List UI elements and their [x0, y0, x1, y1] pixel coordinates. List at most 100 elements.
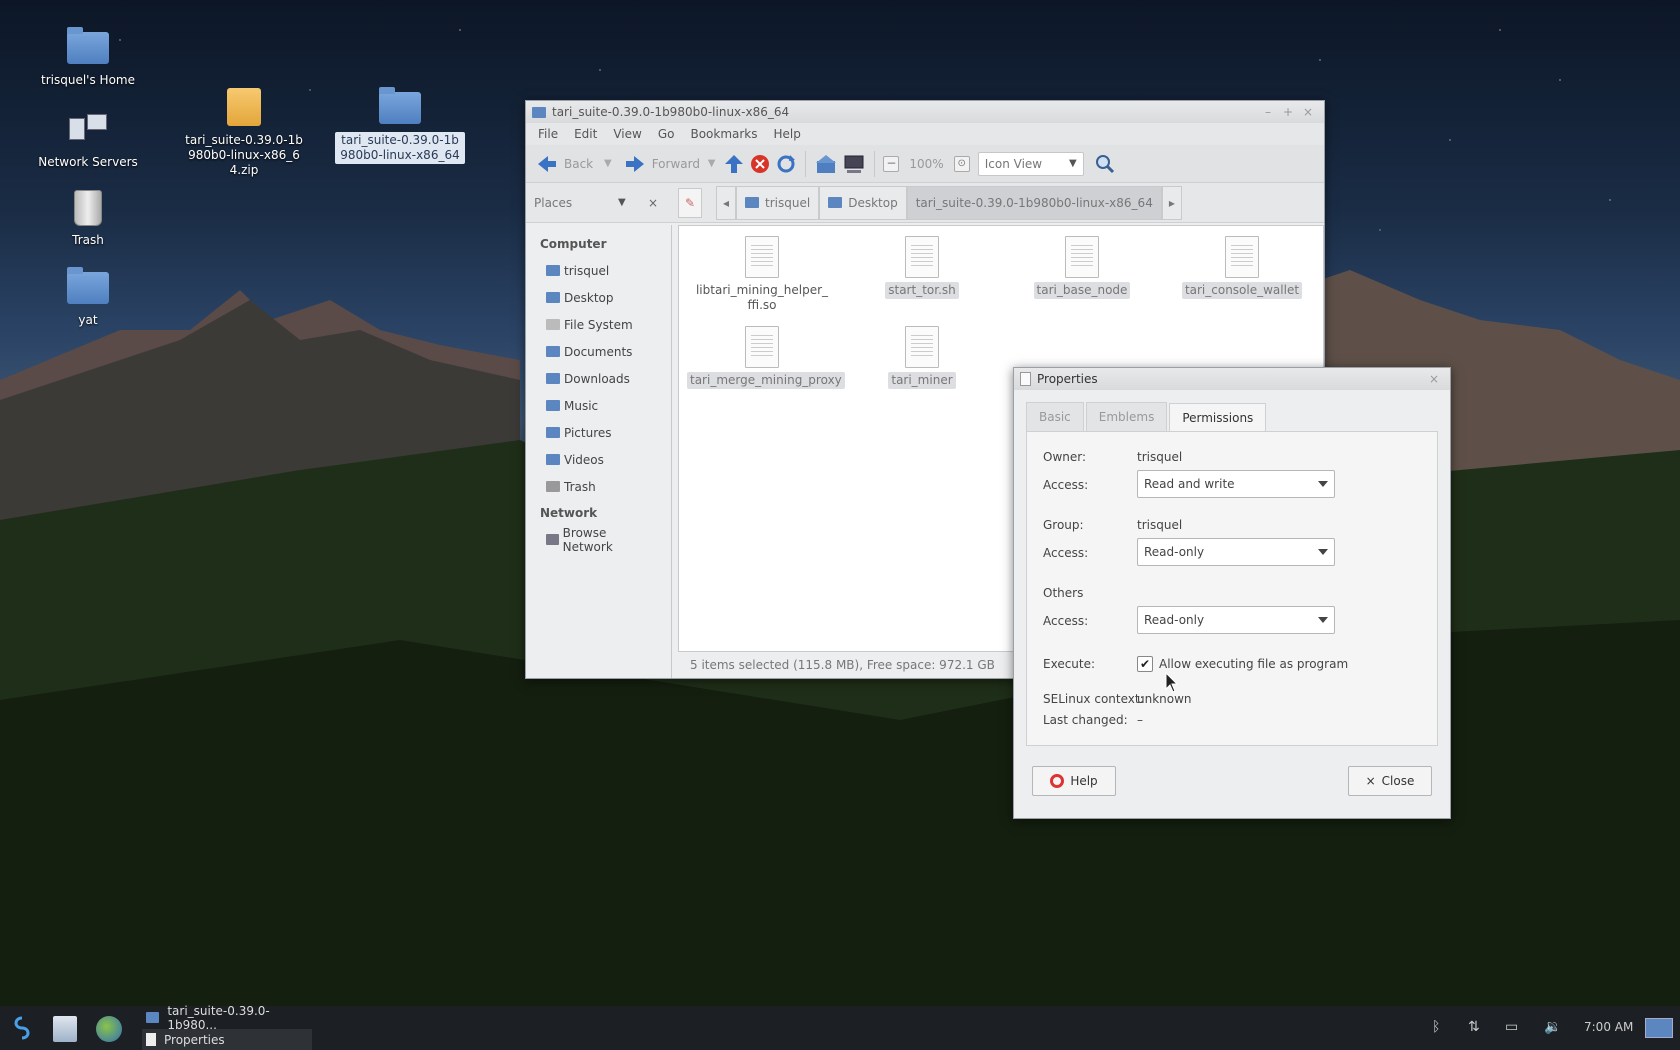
sidebar-item-desktop[interactable]: Desktop — [526, 284, 671, 311]
zoom-level: 100% — [909, 156, 944, 171]
last-changed-value: – — [1137, 713, 1143, 727]
breadcrumb-back-icon[interactable]: ◂ — [716, 185, 737, 220]
desktop-icon-zip[interactable]: tari_suite-0.39.0-1b980b0-linux-x86_64.z… — [179, 86, 309, 179]
menu-view[interactable]: View — [605, 127, 649, 141]
desktop-icon-tari-folder[interactable]: tari_suite-0.39.0-1b980b0-linux-x86_64 — [334, 86, 466, 164]
file-item[interactable]: tari_console_wallet — [1167, 236, 1317, 299]
owner-value: trisquel — [1137, 450, 1183, 464]
menu-edit[interactable]: Edit — [566, 127, 605, 141]
places-dropdown-icon[interactable]: ▼ — [618, 197, 648, 208]
edit-location-icon[interactable]: ✎ — [678, 187, 702, 218]
task-file-manager[interactable]: tari_suite-0.39.0-1b980... — [142, 1004, 312, 1032]
sidebar-item-trisquel[interactable]: trisquel — [526, 257, 671, 284]
bluetooth-icon[interactable]: ᛒ — [1432, 1019, 1440, 1035]
menu-go[interactable]: Go — [650, 127, 683, 141]
web-browser-launcher-icon[interactable] — [96, 1016, 122, 1042]
close-dialog-button[interactable]: × — [1424, 372, 1444, 386]
breadcrumb-current[interactable]: tari_suite-0.39.0-1b980b0-linux-x86_64 — [906, 185, 1162, 220]
folder-icon — [532, 106, 546, 118]
desktop-icon-yat[interactable]: yat — [23, 266, 153, 329]
desktop-icon-trash[interactable]: Trash — [23, 186, 153, 249]
minimize-button[interactable]: – — [1258, 105, 1278, 119]
folder-icon — [67, 267, 109, 304]
file-item[interactable]: tari_miner — [847, 326, 997, 389]
menu-file[interactable]: File — [530, 127, 566, 141]
properties-titlebar[interactable]: Properties × — [1014, 368, 1450, 390]
tab-permissions[interactable]: Permissions — [1169, 403, 1267, 432]
forward-button[interactable]: Forward ▼ — [620, 154, 720, 174]
file-manager-titlebar[interactable]: tari_suite-0.39.0-1b980b0-linux-x86_64 –… — [526, 101, 1324, 123]
places-sidebar: Computer trisquel Desktop File System Do… — [526, 225, 672, 678]
trash-icon — [74, 190, 102, 226]
file-icon — [745, 236, 779, 278]
breadcrumb-trisquel[interactable]: trisquel — [736, 185, 820, 220]
task-properties[interactable]: Properties — [142, 1029, 312, 1050]
menubar: File Edit View Go Bookmarks Help — [526, 123, 1324, 145]
execute-checkbox-label[interactable]: Allow executing file as program — [1159, 657, 1348, 671]
clock[interactable]: 7:00 AM — [1584, 1020, 1633, 1034]
breadcrumb-forward-icon[interactable]: ▸ — [1161, 185, 1182, 220]
group-access-select[interactable]: Read-only — [1137, 538, 1335, 566]
sidebar-heading-computer: Computer — [540, 237, 607, 251]
start-menu-icon[interactable] — [8, 1014, 36, 1042]
help-button[interactable]: Help — [1032, 766, 1116, 796]
menu-bookmarks[interactable]: Bookmarks — [682, 127, 765, 141]
sidebar-item-trash[interactable]: Trash — [526, 473, 671, 500]
show-desktop-icon[interactable] — [1645, 1018, 1673, 1038]
others-access-select[interactable]: Read-only — [1137, 606, 1335, 634]
downloads-folder-icon — [546, 373, 560, 384]
up-arrow-icon[interactable] — [723, 153, 745, 175]
execute-checkbox[interactable]: ✔ — [1137, 656, 1153, 672]
chevron-down-icon — [1318, 617, 1328, 623]
file-item[interactable]: tari_base_node — [1007, 236, 1157, 299]
desktop-icon-home[interactable]: trisquel's Home — [23, 26, 153, 89]
volume-icon[interactable]: 🔉 — [1544, 1019, 1561, 1035]
owner-access-select[interactable]: Read and write — [1137, 470, 1335, 498]
battery-icon[interactable]: ▭ — [1505, 1019, 1518, 1035]
stop-icon[interactable] — [749, 153, 771, 175]
sidebar-item-pictures[interactable]: Pictures — [526, 419, 671, 446]
file-item[interactable]: start_tor.sh — [847, 236, 997, 299]
breadcrumb-desktop[interactable]: Desktop — [819, 185, 907, 220]
menu-help[interactable]: Help — [766, 127, 809, 141]
pictures-folder-icon — [546, 427, 560, 438]
file-icon — [1065, 236, 1099, 278]
sidebar-item-downloads[interactable]: Downloads — [526, 365, 671, 392]
desktop-icon-network-servers[interactable]: Network Servers — [23, 108, 153, 171]
file-icon — [745, 326, 779, 368]
reload-icon[interactable] — [775, 153, 797, 175]
zoom-out-icon[interactable]: − — [883, 155, 900, 172]
file-manager-launcher-icon[interactable] — [53, 1016, 77, 1042]
tab-basic[interactable]: Basic — [1026, 402, 1084, 431]
network-icon — [546, 534, 559, 545]
view-mode-select[interactable]: Icon View ▼ — [977, 151, 1084, 176]
back-arrow-icon — [538, 155, 556, 172]
file-item[interactable]: libtari_mining_helper_ffi.so — [687, 236, 837, 314]
sidebar-item-music[interactable]: Music — [526, 392, 671, 419]
mouse-cursor-icon — [1165, 672, 1179, 693]
sidebar-item-browse-network[interactable]: Browse Network — [526, 526, 671, 554]
sidebar-item-file-system[interactable]: File System — [526, 311, 671, 338]
chevron-down-icon[interactable]: ▼ — [604, 158, 612, 169]
places-label: Places — [534, 195, 573, 210]
chevron-down-icon: ▼ — [1069, 158, 1077, 169]
close-sidebar-icon[interactable]: × — [648, 196, 678, 210]
search-icon[interactable] — [1094, 153, 1116, 175]
back-button[interactable]: Back ▼ — [532, 154, 616, 174]
computer-icon[interactable] — [842, 153, 866, 175]
sidebar-item-documents[interactable]: Documents — [526, 338, 671, 365]
close-window-button[interactable]: × — [1298, 105, 1318, 119]
zoom-reset-icon[interactable]: ⊙ — [953, 155, 970, 172]
trash-icon — [546, 481, 560, 492]
others-access-label: Access: — [1043, 614, 1089, 628]
chevron-down-icon[interactable]: ▼ — [708, 158, 716, 169]
maximize-button[interactable]: + — [1278, 105, 1298, 119]
close-icon: × — [1365, 774, 1376, 788]
tab-emblems[interactable]: Emblems — [1085, 402, 1168, 431]
network-transfer-icon[interactable]: ⇅ — [1468, 1019, 1480, 1035]
home-icon[interactable] — [814, 153, 838, 175]
sidebar-item-videos[interactable]: Videos — [526, 446, 671, 473]
desktop-icon — [546, 292, 560, 303]
file-item[interactable]: tari_merge_mining_proxy — [687, 326, 845, 389]
close-button[interactable]: × Close — [1348, 766, 1432, 796]
